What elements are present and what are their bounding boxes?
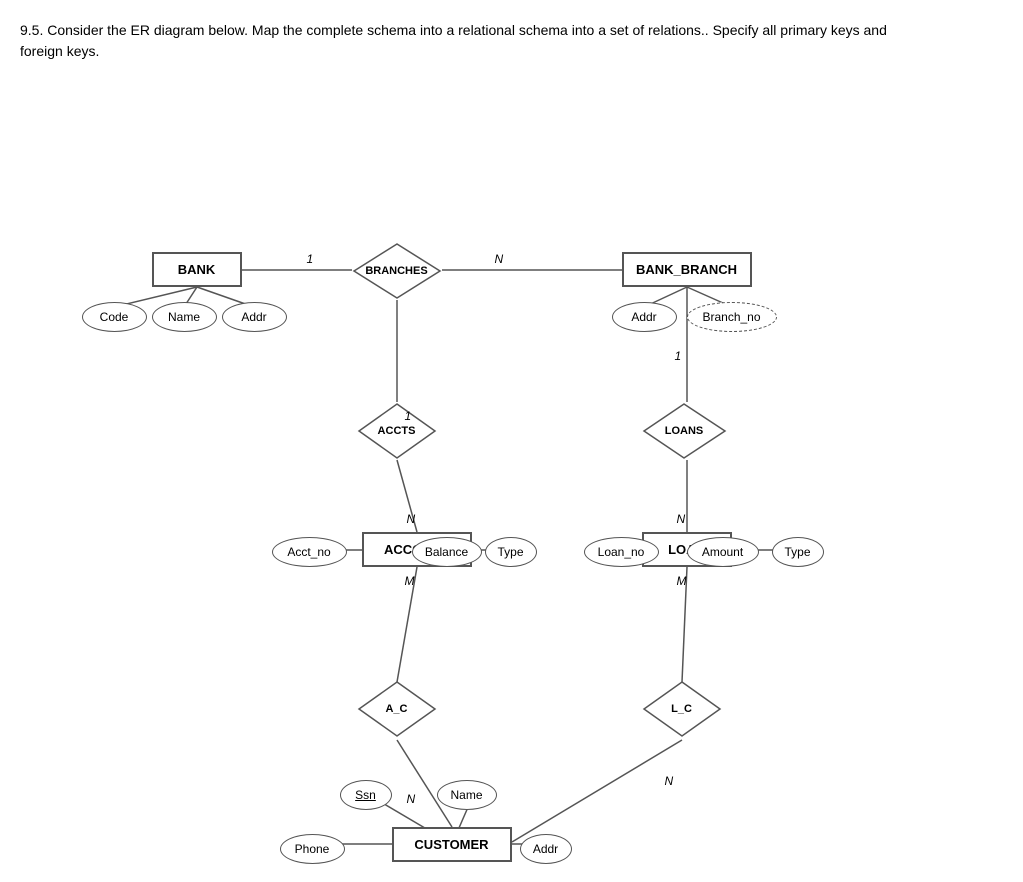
card-account-ac-m: M (405, 574, 415, 588)
attribute-loan-type: Type (772, 537, 824, 567)
attribute-acct-no: Acct_no (272, 537, 347, 567)
card-lc-cust-n: N (665, 774, 674, 788)
card-loans-loan-n: N (677, 512, 686, 526)
attribute-bank-name: Name (152, 302, 217, 332)
card-branches-bb-n: N (495, 252, 504, 266)
relationship-branches: BRANCHES (352, 242, 442, 300)
entity-customer: CUSTOMER (392, 827, 512, 862)
card-bb-loans-1: 1 (675, 349, 682, 363)
diagram-lines (22, 82, 1002, 862)
attribute-code: Code (82, 302, 147, 332)
attribute-acct-type: Type (485, 537, 537, 567)
attribute-loan-no: Loan_no (584, 537, 659, 567)
entity-bank: BANK (152, 252, 242, 287)
attribute-amount: Amount (687, 537, 759, 567)
er-diagram: BANK BANK_BRANCH ACCOUNT LOAN CUSTOMER B… (22, 82, 1002, 862)
attribute-branch-no: Branch_no (687, 302, 777, 332)
question-text: 9.5. Consider the ER diagram below. Map … (20, 20, 920, 62)
attribute-cust-addr: Addr (520, 834, 572, 864)
relationship-loans: LOANS (642, 402, 727, 460)
entity-bank-branch: BANK_BRANCH (622, 252, 752, 287)
card-loan-lc-m: M (677, 574, 687, 588)
attribute-branch-addr: Addr (612, 302, 677, 332)
attribute-cust-name: Name (437, 780, 497, 810)
attribute-ssn: Ssn (340, 780, 392, 810)
attribute-phone: Phone (280, 834, 345, 864)
relationship-accts: ACCTS (357, 402, 437, 460)
attribute-bank-addr: Addr (222, 302, 287, 332)
card-ac-cust-n: N (407, 792, 416, 806)
attribute-balance: Balance (412, 537, 482, 567)
relationship-lc: L_C (642, 680, 722, 738)
card-bank-branches-1: 1 (307, 252, 314, 266)
relationship-ac: A_C (357, 680, 437, 738)
card-branches-accts-1: 1 (405, 409, 412, 423)
card-accts-account-n: N (407, 512, 416, 526)
